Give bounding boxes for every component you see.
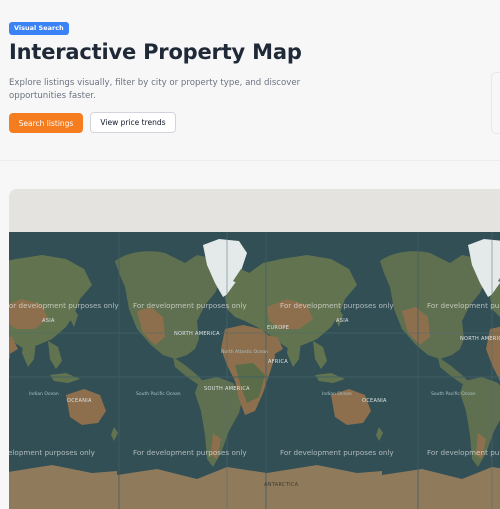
label-south-pacific: South Pacific Ocean bbox=[136, 391, 181, 397]
label-indian-ocean-2: Indian Ocean bbox=[322, 391, 352, 397]
label-south-america: SOUTH AMERICA bbox=[204, 386, 250, 392]
world-map[interactable]: ASIA NORTH AMERICA EUROPE ASIA AFRICA SO… bbox=[9, 189, 500, 509]
label-africa: AFRICA bbox=[268, 359, 288, 365]
watermark-text: For development purposes only bbox=[9, 301, 119, 310]
map-container[interactable]: ASIA NORTH AMERICA EUROPE ASIA AFRICA SO… bbox=[9, 189, 500, 509]
page-title: Interactive Property Map bbox=[9, 40, 302, 64]
label-asia: ASIA bbox=[42, 318, 55, 324]
label-europe: EUROPE bbox=[267, 325, 289, 331]
label-antarctica: ANTARCTICA bbox=[264, 482, 299, 488]
watermark-text: For development purposes only bbox=[280, 301, 394, 310]
search-listings-button[interactable]: Search listings bbox=[9, 113, 83, 133]
watermark-text: For development purposes only bbox=[280, 448, 394, 457]
label-indian-ocean: Indian Ocean bbox=[29, 391, 59, 397]
label-oceania-2: OCEANIA bbox=[362, 398, 387, 404]
label-asia-2: ASIA bbox=[336, 318, 349, 324]
label-oceania: OCEANIA bbox=[67, 398, 92, 404]
watermark-text: For development purposes only bbox=[427, 301, 500, 310]
watermark-text-cropped: elopment purposes only bbox=[9, 448, 96, 457]
side-panel-card bbox=[491, 72, 500, 134]
label-north-america-2: NORTH AMERICA bbox=[460, 336, 500, 342]
view-price-trends-button[interactable]: View price trends bbox=[90, 112, 176, 133]
label-north-america-1: NORTH AMERICA bbox=[174, 331, 220, 337]
hero-section: Visual Search Interactive Property Map E… bbox=[0, 0, 500, 160]
watermark-text: For development purposes only bbox=[427, 448, 500, 457]
visual-search-badge: Visual Search bbox=[9, 22, 69, 35]
label-north-atlantic: North Atlantic Ocean bbox=[221, 349, 268, 355]
page-subtitle: Explore listings visually, filter by cit… bbox=[9, 78, 301, 101]
watermark-text: For development purposes only bbox=[133, 448, 247, 457]
label-south-pacific-2: South Pacific Ocean bbox=[431, 391, 476, 397]
section-divider bbox=[0, 160, 500, 161]
map-top-band bbox=[9, 189, 500, 232]
watermark-text: For development purposes only bbox=[133, 301, 247, 310]
